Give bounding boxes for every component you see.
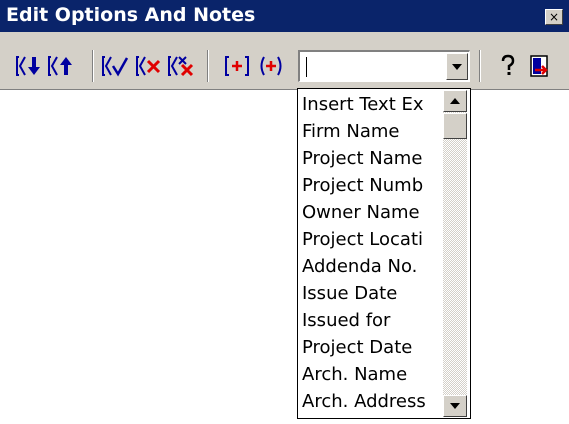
toolbar-separator: [92, 50, 94, 82]
exit-button[interactable]: [524, 49, 554, 83]
text-caret: [306, 57, 307, 77]
move-up-button[interactable]: [46, 49, 76, 83]
delete-icon: [136, 56, 161, 76]
help-button[interactable]: [493, 49, 523, 83]
insert-paren-plus-icon: [260, 56, 282, 76]
arrow-up-icon: [450, 98, 460, 104]
chevron-down-icon: [450, 403, 460, 409]
exit-icon: [530, 55, 548, 77]
combo-dropdown-button[interactable]: [446, 53, 468, 80]
list-item[interactable]: Arch. Name: [302, 362, 440, 388]
dropdown-scrollbar[interactable]: [443, 90, 467, 417]
check-button[interactable]: [100, 49, 130, 83]
scroll-down-button[interactable]: [443, 395, 467, 417]
list-item[interactable]: Project Numb: [302, 173, 440, 199]
insert-paren-plus-button[interactable]: [256, 49, 286, 83]
move-down-button[interactable]: [14, 49, 44, 83]
list-item[interactable]: Addenda No.: [302, 254, 440, 280]
close-button[interactable]: ×: [545, 9, 563, 25]
help-icon: [501, 54, 515, 75]
window-title: Edit Options And Notes: [6, 4, 256, 26]
insert-text-dropdown-list[interactable]: Insert Text Ex Firm Name Project Name Proje…: [297, 88, 471, 419]
title-bar[interactable]: Edit Options And Notes ×: [0, 0, 569, 32]
check-icon: [102, 56, 129, 77]
list-item[interactable]: Project Name: [302, 146, 440, 172]
scroll-thumb[interactable]: [443, 113, 467, 139]
move-down-icon: [16, 56, 40, 76]
move-up-icon: [48, 56, 72, 76]
insert-bracket-plus-button[interactable]: [222, 49, 252, 83]
list-item[interactable]: Issued for: [302, 308, 440, 334]
toolbar-separator: [479, 50, 481, 82]
list-item[interactable]: Arch. Address: [302, 389, 440, 415]
list-item[interactable]: Owner Name: [302, 200, 440, 226]
scroll-up-button[interactable]: [443, 90, 467, 112]
list-item[interactable]: Issue Date: [302, 281, 440, 307]
delete-button[interactable]: [134, 49, 164, 83]
delete-all-icon: [168, 56, 194, 77]
chevron-down-icon: [452, 63, 462, 70]
insert-text-combobox[interactable]: [298, 50, 470, 82]
delete-all-button[interactable]: [166, 49, 196, 83]
list-item[interactable]: Project Locati: [302, 227, 440, 253]
list-item[interactable]: Insert Text Ex: [302, 92, 440, 118]
list-item[interactable]: Project Date: [302, 335, 440, 361]
toolbar-separator: [207, 50, 209, 82]
close-icon: ×: [548, 10, 560, 24]
edit-options-toolwindow: Edit Options And Notes ×: [0, 0, 569, 90]
insert-bracket-plus-icon: [225, 56, 249, 76]
list-item[interactable]: Firm Name: [302, 119, 440, 145]
